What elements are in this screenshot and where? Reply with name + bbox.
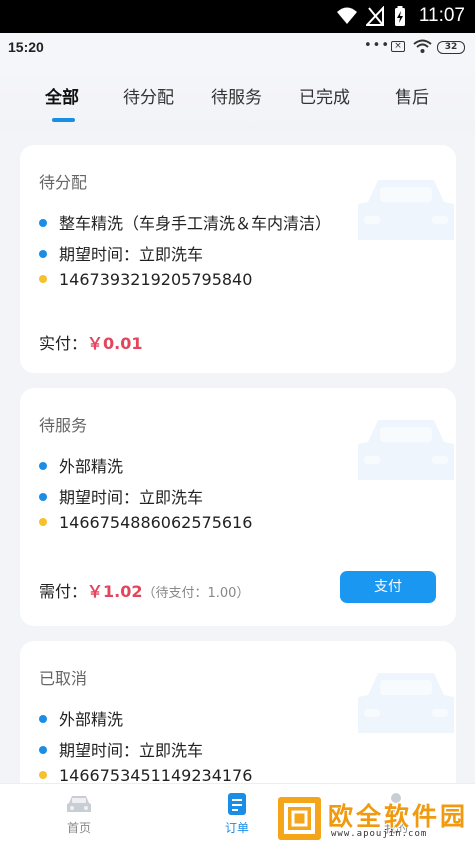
service-line: 外部精洗 [39, 706, 123, 730]
pay-button[interactable]: 支付 [340, 571, 436, 603]
pay-label: 需付： [39, 582, 88, 601]
order-number: 1466754886062575616 [59, 513, 253, 532]
no-signal-icon [366, 6, 384, 26]
order-card[interactable]: 待分配 整车精洗（车身手工清洗＆车内清洁） 期望时间：立即洗车 14673932… [20, 145, 456, 373]
order-number: 1467393219205795840 [59, 270, 253, 289]
bullet-dot [39, 770, 47, 779]
pay-label: 实付： [39, 334, 88, 353]
app-status-bar: 15:20 ••• × 32 [0, 33, 475, 61]
time-line: 期望时间：立即洗车 [39, 241, 203, 265]
car-watermark-icon [358, 180, 454, 240]
order-status: 待分配 [39, 173, 88, 192]
battery-level: 32 [437, 41, 465, 54]
bullet-dot [39, 218, 47, 227]
nav-label: 首页 [66, 821, 91, 835]
bullet-dot [39, 274, 47, 283]
site-watermark: 欧全软件园 www.apoujin.com [278, 797, 469, 843]
service-line: 整车精洗（车身手工清洗＆车内清洁） [39, 210, 331, 234]
service-line: 外部精洗 [39, 453, 123, 477]
active-tab-indicator [52, 118, 75, 122]
expected-time: 期望时间：立即洗车 [59, 741, 204, 760]
tab-after-sales[interactable]: 售后 [395, 83, 429, 108]
order-number-line: 1466754886062575616 [39, 513, 252, 532]
order-status: 已取消 [39, 669, 88, 688]
nav-label: 订单 [224, 821, 249, 835]
bullet-dot [39, 517, 47, 526]
wifi-icon [413, 39, 432, 53]
tab-pending-service[interactable]: 待服务 [211, 83, 262, 108]
payment-summary: 实付：￥0.01 [39, 330, 143, 354]
service-name: 外部精洗 [59, 457, 124, 476]
more-dots-icon: ••• [364, 38, 391, 53]
payment-summary: 需付：￥1.02（待支付：1.00） [39, 578, 249, 602]
car-watermark-icon [358, 420, 454, 480]
tab-all[interactable]: 全部 [45, 83, 79, 108]
time-line: 期望时间：立即洗车 [39, 484, 203, 508]
order-card[interactable]: 待服务 外部精洗 期望时间：立即洗车 1466754886062575616 需… [20, 388, 456, 626]
pay-amount: ￥1.02 [87, 582, 143, 601]
bullet-dot [39, 745, 47, 754]
system-clock: 11:07 [418, 5, 465, 26]
watermark-url: www.apoujin.com [331, 829, 428, 839]
watermark-text: 欧全软件园 [328, 802, 469, 831]
tab-completed[interactable]: 已完成 [299, 83, 350, 108]
order-number-line: 1467393219205795840 [39, 270, 252, 289]
bullet-dot [39, 249, 47, 258]
wifi-signal-icon [337, 7, 357, 24]
sim-off-icon: × [391, 41, 405, 52]
app-clock: 15:20 [8, 39, 44, 55]
system-status-bar: 11:07 [0, 0, 475, 33]
expected-time: 期望时间：立即洗车 [59, 488, 204, 507]
service-name: 整车精洗（车身手工清洗＆车内清洁） [59, 214, 332, 233]
bullet-dot [39, 714, 47, 723]
battery-charging-icon [395, 6, 405, 26]
bullet-dot [39, 492, 47, 501]
order-tabs: 全部 待分配 待服务 已完成 售后 [0, 61, 475, 131]
expected-time: 期望时间：立即洗车 [59, 245, 204, 264]
tab-pending-assign[interactable]: 待分配 [123, 83, 174, 108]
pay-amount: ￥0.01 [87, 334, 143, 353]
time-line: 期望时间：立即洗车 [39, 737, 203, 761]
car-watermark-icon [358, 673, 454, 733]
watermark-logo [278, 797, 321, 840]
order-status: 待服务 [39, 416, 88, 435]
logo-mark-icon [284, 803, 315, 834]
order-icon [228, 793, 246, 815]
service-name: 外部精洗 [59, 710, 124, 729]
bullet-dot [39, 461, 47, 470]
pending-note: （待支付：1.00） [142, 586, 250, 601]
car-icon [67, 796, 91, 812]
